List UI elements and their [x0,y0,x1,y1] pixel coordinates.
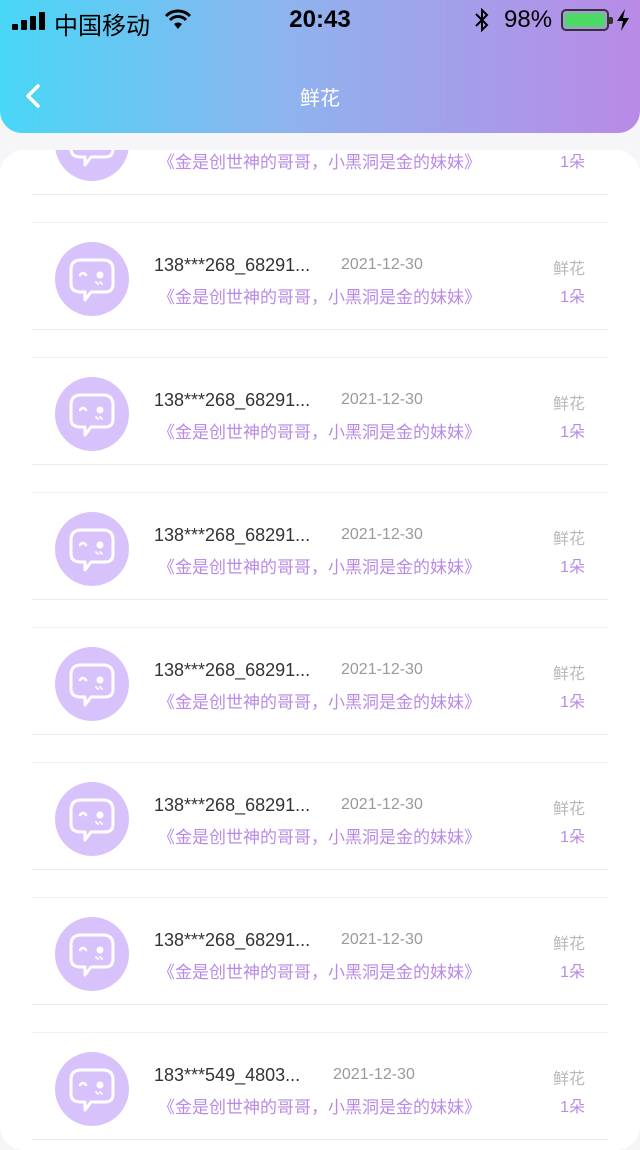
gift-type: 鲜花 [552,396,585,413]
record-date: 2021-12-30 [341,256,423,273]
sender-name: 138***268_68291... [154,930,311,950]
avatar[interactable] [55,917,129,991]
list-item[interactable]: 138***268_68291... 2021-12-30 《金是创世神的哥哥，… [0,735,640,870]
row-divider [32,762,608,763]
gift-count: 1朵 [560,694,585,711]
row-divider [32,1139,608,1140]
row-divider [32,1032,608,1033]
list-item[interactable]: 138***268_68291... 2021-12-30 《金是创世神的哥哥，… [0,600,640,735]
avatar[interactable] [55,150,129,181]
book-title[interactable]: 《金是创世神的哥哥，小黑洞是金的妹妹》 [158,283,481,308]
gift-type: 鲜花 [552,666,585,683]
gift-type: 鲜花 [552,936,585,953]
gift-count: 1朵 [560,1099,585,1116]
chat-bubble-face-icon [69,1068,115,1112]
gift-type: 鲜花 [552,261,585,278]
page-title: 鲜花 [300,88,340,110]
gift-count: 1朵 [560,154,585,171]
app-header: 中国移动 20:43 98% 鲜花 [0,0,640,133]
book-title[interactable]: 《金是创世神的哥哥，小黑洞是金的妹妹》 [158,418,481,443]
record-date: 2021-12-30 [341,391,423,408]
record-list: 138***268_68291... 2021-12-30 《金是创世神的哥哥，… [0,150,640,1140]
status-bar: 中国移动 20:43 98% [0,0,640,40]
list-item[interactable]: 183***549_4803... 2021-12-30 《金是创世神的哥哥，小… [0,1005,640,1140]
chat-bubble-face-icon [69,528,115,572]
avatar[interactable] [55,242,129,316]
book-title[interactable]: 《金是创世神的哥哥，小黑洞是金的妹妹》 [158,823,481,848]
list-item[interactable]: 138***268_68291... 2021-12-30 《金是创世神的哥哥，… [0,465,640,600]
book-title[interactable]: 《金是创世神的哥哥，小黑洞是金的妹妹》 [158,958,481,983]
avatar[interactable] [55,782,129,856]
bluetooth-icon [475,7,489,33]
avatar[interactable] [55,647,129,721]
gift-count: 1朵 [560,829,585,846]
row-divider [32,897,608,898]
row-divider [32,627,608,628]
gift-type: 鲜花 [552,1071,585,1088]
chat-bubble-face-icon [69,933,115,977]
chat-bubble-face-icon [69,393,115,437]
sender-name: 138***268_68291... [154,660,311,680]
list-item[interactable]: 138***268_68291... 2021-12-30 《金是创世神的哥哥，… [0,330,640,465]
gift-count: 1朵 [560,424,585,441]
row-divider [32,357,608,358]
gift-count: 1朵 [560,289,585,306]
battery-icon [561,9,613,31]
battery-percent: 98% [504,6,553,33]
list-item[interactable]: 138***268_68291... 2021-12-30 《金是创世神的哥哥，… [0,150,640,195]
record-date: 2021-12-30 [333,1066,415,1083]
gift-count: 1朵 [560,964,585,981]
sender-name: 138***268_68291... [154,795,311,815]
avatar[interactable] [55,512,129,586]
gift-type: 鲜花 [552,801,585,818]
book-title[interactable]: 《金是创世神的哥哥，小黑洞是金的妹妹》 [158,553,481,578]
record-date: 2021-12-30 [341,796,423,813]
book-title[interactable]: 《金是创世神的哥哥，小黑洞是金的妹妹》 [158,1093,481,1118]
list-item[interactable]: 138***268_68291... 2021-12-30 《金是创世神的哥哥，… [0,870,640,1005]
row-divider [32,492,608,493]
chat-bubble-face-icon [69,258,115,302]
sender-name: 138***268_68291... [154,390,311,410]
chat-bubble-face-icon [69,798,115,842]
record-list-card[interactable]: 138***268_68291... 2021-12-30 《金是创世神的哥哥，… [0,150,640,1150]
charging-bolt-icon [617,9,629,31]
gift-type: 鲜花 [552,531,585,548]
list-item[interactable]: 138***268_68291... 2021-12-30 《金是创世神的哥哥，… [0,195,640,330]
book-title[interactable]: 《金是创世神的哥哥，小黑洞是金的妹妹》 [158,150,481,173]
avatar[interactable] [55,1052,129,1126]
sender-name: 183***549_4803... [154,1065,301,1085]
gift-count: 1朵 [560,559,585,576]
record-date: 2021-12-30 [341,661,423,678]
row-divider [32,222,608,223]
avatar[interactable] [55,377,129,451]
sender-name: 138***268_68291... [154,255,311,275]
chat-bubble-face-icon [69,150,115,167]
sender-name: 138***268_68291... [154,525,311,545]
record-date: 2021-12-30 [341,526,423,543]
record-date: 2021-12-30 [341,931,423,948]
book-title[interactable]: 《金是创世神的哥哥，小黑洞是金的妹妹》 [158,688,481,713]
chat-bubble-face-icon [69,663,115,707]
